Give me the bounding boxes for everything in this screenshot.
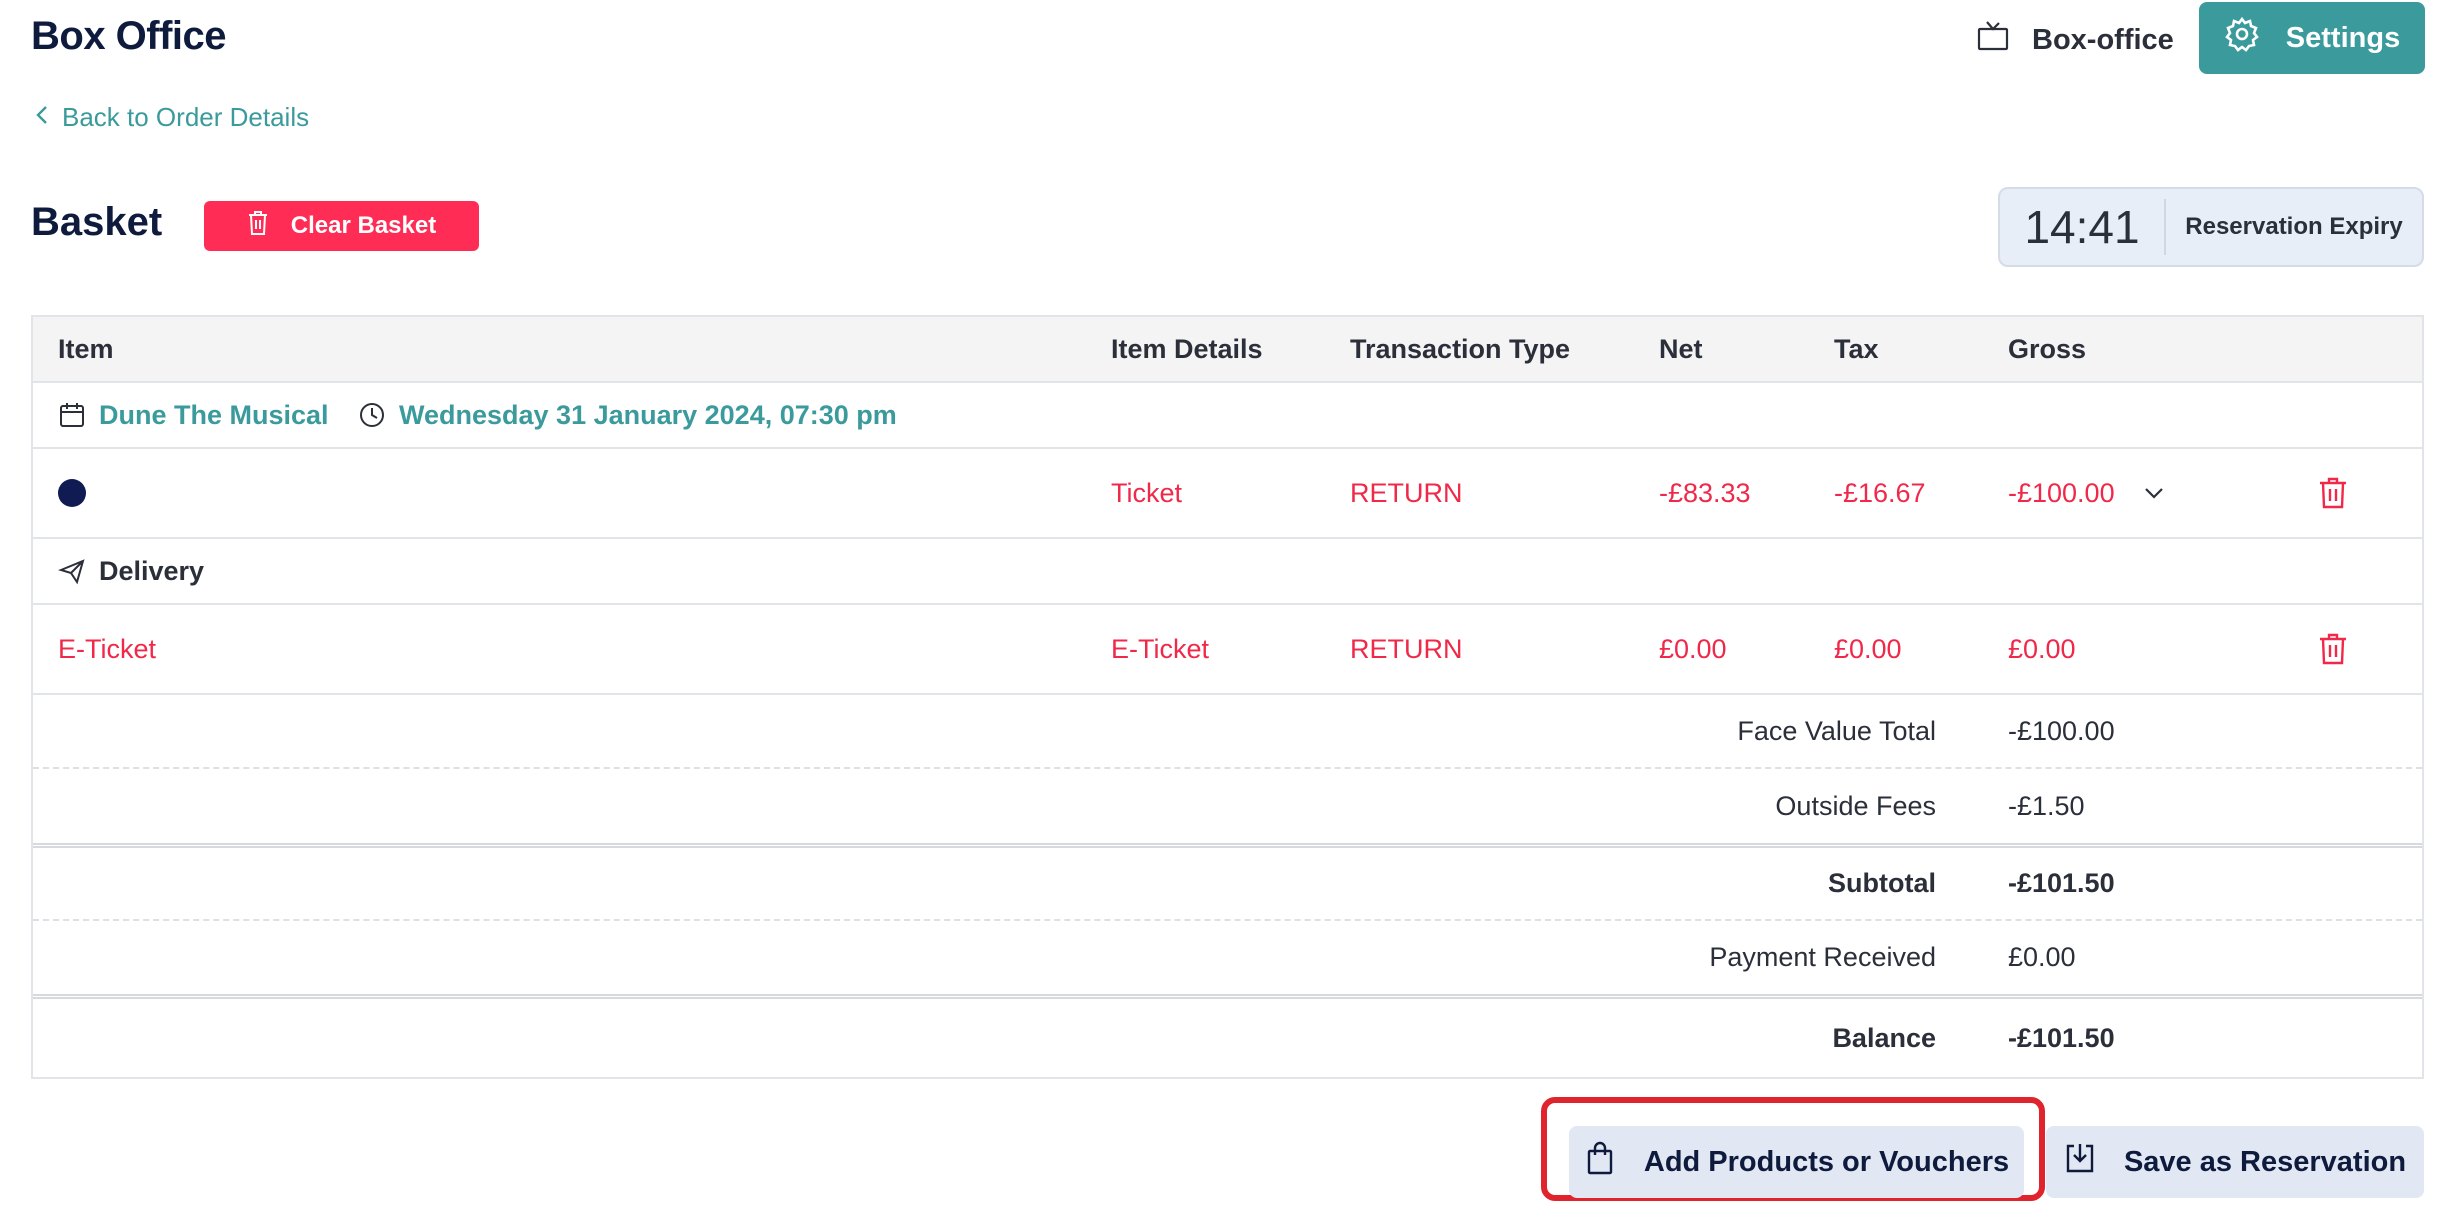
- box-office-label: Box-office: [2032, 23, 2174, 56]
- subtotal-label: Subtotal: [1828, 868, 1936, 898]
- table-header-row: Item Item Details Transaction Type Net T…: [33, 317, 2422, 383]
- basket-title: Basket: [31, 200, 163, 244]
- delivery-transaction-type: RETURN: [1350, 633, 1463, 664]
- add-products-or-vouchers-button[interactable]: Add Products or Vouchers: [1569, 1126, 2024, 1198]
- delete-delivery-trash-icon[interactable]: [2318, 605, 2348, 693]
- delivery-item: E-Ticket: [58, 633, 157, 664]
- delivery-item-details: E-Ticket: [1111, 633, 1210, 664]
- add-products-label: Add Products or Vouchers: [1643, 1145, 2010, 1178]
- chevron-down-icon[interactable]: [2143, 449, 2165, 537]
- trash-icon: [247, 210, 269, 243]
- event-name-link[interactable]: Dune The Musical: [99, 383, 329, 447]
- calendar-icon: [58, 383, 86, 447]
- ticket-net: -£83.33: [1659, 477, 1751, 508]
- face-value-row: Face Value Total -£100.00: [33, 695, 2422, 769]
- delivery-tax: £0.00: [1834, 633, 1902, 664]
- reservation-expiry-timer: 14:41 Reservation Expiry: [1998, 187, 2424, 267]
- ticket-item-details: Ticket: [1111, 477, 1183, 508]
- balance-label: Balance: [1832, 1022, 1936, 1053]
- ticket-transaction-type: RETURN: [1350, 477, 1463, 508]
- box-office-selector[interactable]: Box-office: [1976, 18, 2174, 62]
- outside-fees-label: Outside Fees: [1775, 790, 1936, 821]
- clock-icon: [358, 383, 386, 447]
- back-link-label: Back to Order Details: [62, 102, 310, 132]
- subtotal-amount: -£101.50: [2008, 868, 2115, 898]
- settings-button[interactable]: Settings: [2199, 2, 2425, 74]
- column-header-tax: Tax: [1834, 333, 1879, 364]
- column-header-gross: Gross: [2008, 333, 2087, 364]
- face-value-label: Face Value Total: [1737, 715, 1936, 746]
- balance-row: Balance -£101.50: [33, 999, 2422, 1077]
- gear-icon: [2224, 16, 2260, 60]
- expiry-label: Reservation Expiry: [2185, 213, 2403, 240]
- app-title: Box Office: [31, 14, 227, 58]
- subtotal-row: Subtotal -£101.50: [33, 848, 2422, 921]
- back-to-order-details-link[interactable]: Back to Order Details: [34, 102, 309, 133]
- payment-received-amount: £0.00: [2008, 942, 2076, 972]
- column-header-net: Net: [1659, 333, 1703, 364]
- balance-amount: -£101.50: [2008, 1022, 2115, 1053]
- settings-label: Settings: [2285, 21, 2401, 54]
- ticket-gross: -£100.00: [2008, 477, 2115, 508]
- tv-icon: [1976, 19, 2010, 61]
- clear-basket-button[interactable]: Clear Basket: [204, 201, 479, 251]
- chevron-left-icon: [34, 102, 50, 133]
- ticket-color-dot: [58, 479, 86, 507]
- column-header-transaction-type: Transaction Type: [1350, 333, 1571, 364]
- clear-basket-label: Clear Basket: [290, 212, 437, 239]
- delivery-gross: £0.00: [2008, 633, 2076, 664]
- table-row: E-Ticket E-Ticket RETURN £0.00 £0.00 £0.…: [33, 605, 2422, 695]
- event-datetime-link[interactable]: Wednesday 31 January 2024, 07:30 pm: [399, 383, 897, 447]
- payment-received-row: Payment Received £0.00: [33, 921, 2422, 999]
- ticket-tax: -£16.67: [1834, 477, 1926, 508]
- payment-received-label: Payment Received: [1709, 942, 1936, 972]
- delivery-heading: Delivery: [99, 555, 205, 586]
- event-row: Dune The Musical Wednesday 31 January 20…: [33, 383, 2422, 449]
- expiry-time: 14:41: [2024, 201, 2140, 253]
- column-header-item-details: Item Details: [1111, 333, 1263, 364]
- delete-ticket-trash-icon[interactable]: [2318, 449, 2348, 537]
- outside-fees-amount: -£1.50: [2008, 790, 2085, 821]
- outside-fees-row: Outside Fees -£1.50: [33, 769, 2422, 848]
- face-value-amount: -£100.00: [2008, 715, 2115, 746]
- download-box-icon: [2064, 1141, 2096, 1183]
- delivery-net: £0.00: [1659, 633, 1727, 664]
- basket-table: Item Item Details Transaction Type Net T…: [31, 315, 2424, 1079]
- shopping-bag-icon: [1584, 1141, 1616, 1183]
- table-row: Ticket RETURN -£83.33 -£16.67 -£100.00: [33, 449, 2422, 539]
- column-header-item: Item: [58, 333, 114, 364]
- save-as-reservation-button[interactable]: Save as Reservation: [2046, 1126, 2424, 1198]
- save-reservation-label: Save as Reservation: [2123, 1145, 2407, 1178]
- delivery-heading-row: Delivery: [33, 539, 2422, 605]
- send-icon: [58, 539, 86, 603]
